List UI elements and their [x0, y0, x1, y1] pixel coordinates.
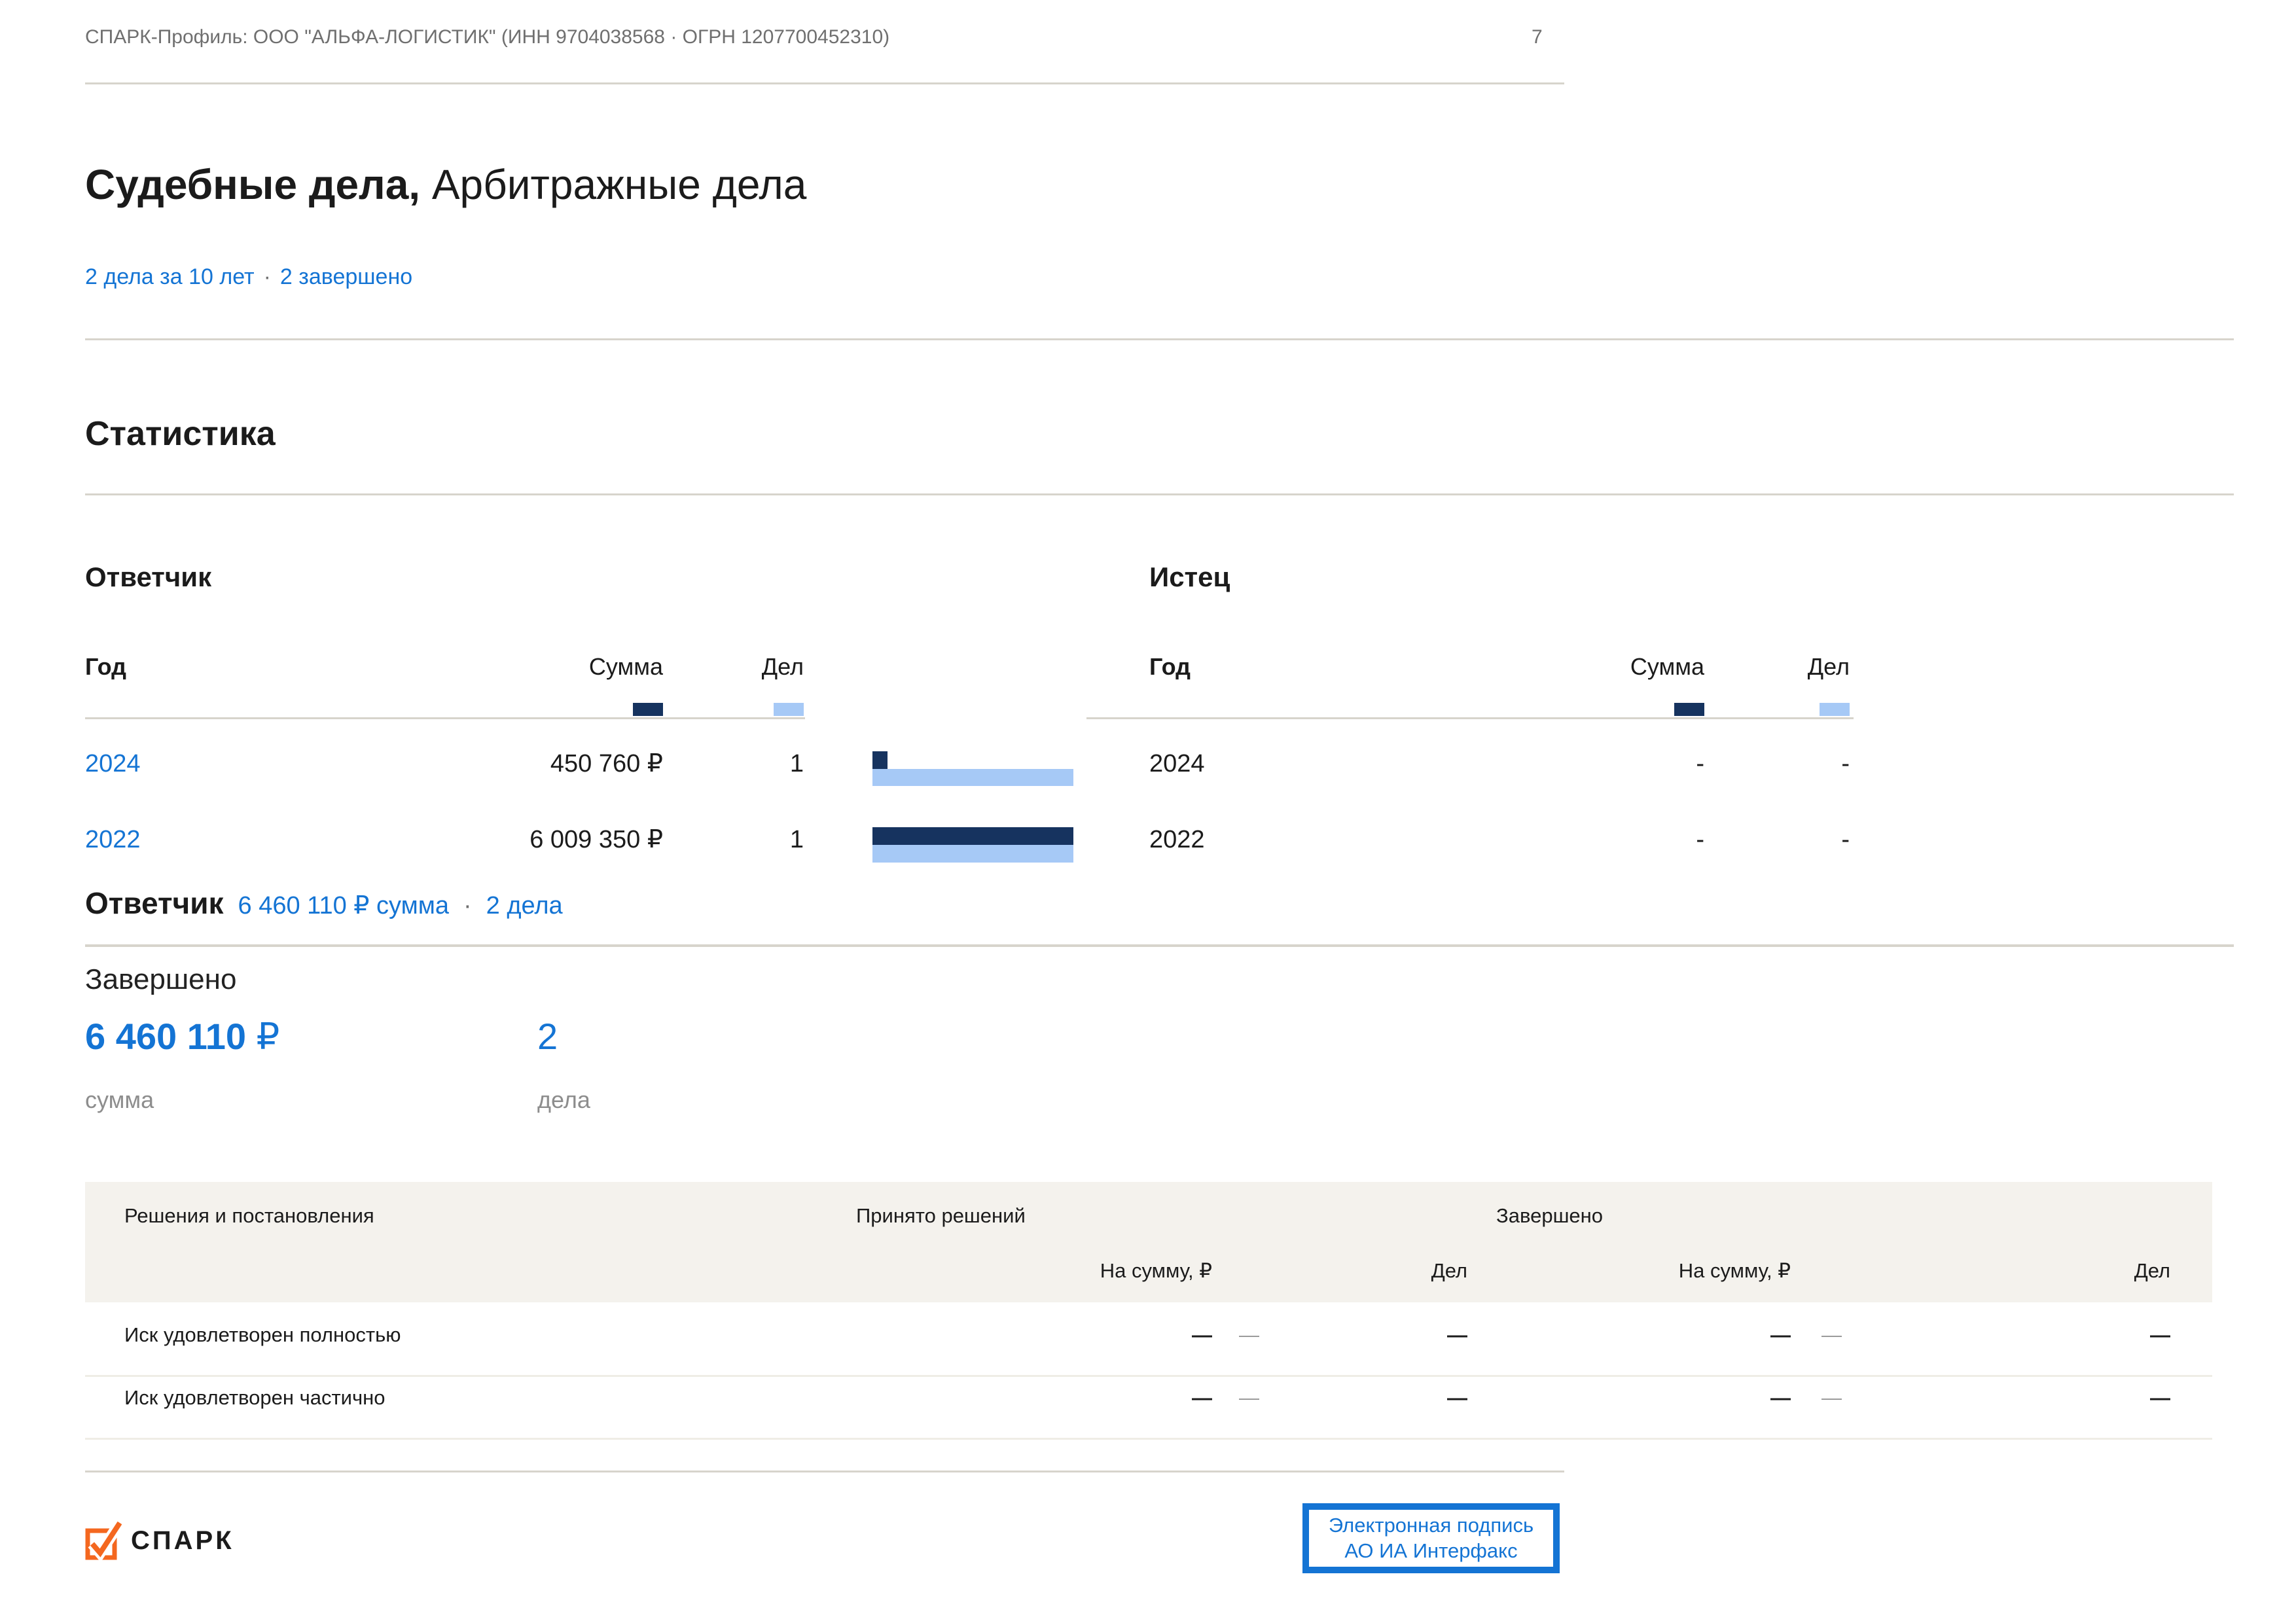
defendant-total-cases-link[interactable]: 2 дела	[486, 892, 563, 921]
finished-cases-caption: дела	[537, 1086, 590, 1113]
defendant-col-sum: Сумма	[589, 653, 663, 680]
decision-value: —	[1770, 1386, 1791, 1410]
page-number: 7	[1532, 26, 1543, 49]
decision-value: —	[1192, 1386, 1212, 1410]
document-header-title: СПАРК-Профиль: ООО "АЛЬФА-ЛОГИСТИК" (ИНН…	[85, 26, 889, 49]
finished-cases-value: 2	[537, 1016, 558, 1058]
footer-divider	[85, 1471, 1564, 1472]
legend-swatch-sum	[633, 703, 663, 716]
statistics-divider	[85, 493, 2234, 495]
decision-value: —	[1447, 1386, 1467, 1410]
legend-swatch-cases	[774, 703, 804, 716]
defendant-table-title: Ответчик	[85, 562, 211, 593]
statistics-heading: Статистика	[85, 415, 276, 454]
decisions-table-header-band	[85, 1182, 2212, 1302]
defendant-cases-value: 1	[790, 826, 804, 855]
page-title-secondary: Арбитражные дела	[420, 161, 806, 208]
defendant-summary: Ответчик 6 460 110 ₽ сумма · 2 дела	[85, 886, 563, 921]
defendant-col-year: Год	[85, 653, 126, 680]
decision-table-bottom-rule	[85, 1438, 2212, 1440]
decision-row-label: Иск удовлетворен полностью	[124, 1323, 401, 1347]
electronic-signature-stamp[interactable]: Электронная подпись АО ИА Интерфакс	[1302, 1503, 1560, 1573]
spark-logo-text: СПАРК	[131, 1525, 234, 1556]
page-title: Судебные дела, Арбитражные дела	[85, 161, 806, 209]
finished-label: Завершено	[85, 963, 236, 997]
total-cases-link[interactable]: 2 дела за 10 лет	[85, 264, 255, 290]
decision-value-secondary: —	[1821, 1323, 1842, 1347]
decisions-group-finished: Завершено	[1496, 1204, 1603, 1228]
dot-separator: ·	[463, 892, 472, 921]
defendant-summary-label: Ответчик	[85, 886, 224, 921]
plaintiff-col-sum: Сумма	[1630, 653, 1704, 680]
summary-divider	[85, 944, 2234, 947]
decisions-sub-sum-accepted: На сумму, ₽	[1100, 1259, 1212, 1283]
spark-checkbox-icon	[84, 1520, 122, 1561]
plaintiff-sum-value: -	[1696, 750, 1704, 779]
decisions-group-accepted: Принято решений	[856, 1204, 1026, 1228]
ruble-sign: ₽	[257, 1016, 280, 1057]
decisions-title: Решения и постановления	[124, 1204, 374, 1228]
plaintiff-col-year: Год	[1149, 653, 1191, 680]
spark-logo: СПАРК	[84, 1520, 234, 1561]
report-page: СПАРК-Профиль: ООО "АЛЬФА-ЛОГИСТИК" (ИНН…	[0, 0, 2296, 1623]
defendant-cases-value: 1	[790, 750, 804, 779]
plaintiff-header-rule	[1086, 717, 1854, 719]
decisions-sub-cases-finished: Дел	[2134, 1259, 2170, 1283]
plaintiff-col-cases: Дел	[1808, 653, 1850, 680]
defendant-year-link[interactable]: 2024	[85, 750, 141, 779]
finished-cases-link[interactable]: 2 завершено	[280, 264, 412, 290]
finished-sum-number: 6 460 110	[85, 1016, 246, 1057]
plaintiff-table-title: Истец	[1149, 562, 1230, 593]
decision-value-secondary: —	[1821, 1386, 1842, 1410]
defendant-header-rule	[85, 717, 805, 719]
decisions-sub-cases-accepted: Дел	[1431, 1259, 1467, 1283]
defendant-sum-value: 450 760 ₽	[550, 750, 663, 779]
page-title-primary: Судебные дела,	[85, 161, 420, 208]
plaintiff-cases-value: -	[1841, 750, 1850, 779]
section-divider	[85, 338, 2234, 340]
defendant-sum-value: 6 009 350 ₽	[529, 826, 663, 855]
defendant-total-sum-link[interactable]: 6 460 110 ₽ сумма	[238, 892, 449, 921]
cases-bar-2022	[872, 845, 1073, 863]
plaintiff-cases-value: -	[1841, 826, 1850, 855]
cases-bar-chart	[872, 751, 1073, 864]
decision-value: —	[1447, 1323, 1467, 1347]
decision-value: —	[2150, 1386, 2170, 1410]
decision-value-secondary: —	[1239, 1323, 1259, 1347]
decision-value-secondary: —	[1239, 1386, 1259, 1410]
signature-line1: Электронная подпись	[1329, 1513, 1534, 1539]
finished-sum-caption: сумма	[85, 1086, 154, 1113]
defendant-col-cases: Дел	[762, 653, 804, 680]
sum-bar-2024	[872, 751, 888, 769]
decision-value: —	[2150, 1323, 2170, 1347]
signature-line2: АО ИА Интерфакс	[1344, 1539, 1517, 1564]
plaintiff-year: 2022	[1149, 826, 1205, 855]
legend-swatch-cases	[1820, 703, 1850, 716]
decision-value: —	[1770, 1323, 1791, 1347]
plaintiff-sum-value: -	[1696, 826, 1704, 855]
decisions-sub-sum-finished: На сумму, ₽	[1679, 1259, 1791, 1283]
legend-swatch-sum	[1674, 703, 1704, 716]
cases-summary-links: 2 дела за 10 лет · 2 завершено	[85, 264, 412, 290]
cases-bar-2024	[872, 769, 1073, 786]
finished-sum-value: 6 460 110 ₽	[85, 1016, 279, 1058]
plaintiff-year: 2024	[1149, 750, 1205, 779]
decision-value: —	[1192, 1323, 1212, 1347]
dot-separator: ·	[264, 264, 271, 290]
sum-bar-2022	[872, 827, 1073, 845]
header-divider	[85, 82, 1564, 84]
decision-row-divider	[85, 1375, 2212, 1377]
defendant-year-link[interactable]: 2022	[85, 826, 141, 855]
decision-row-label: Иск удовлетворен частично	[124, 1386, 386, 1410]
